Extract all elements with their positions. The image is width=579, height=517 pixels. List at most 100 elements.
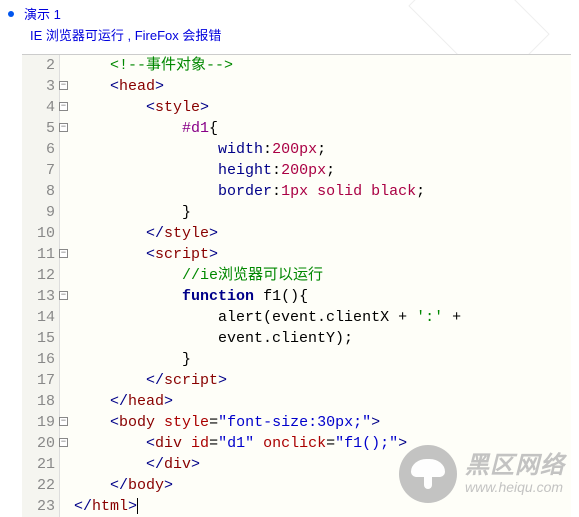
code-token: style [155, 99, 200, 116]
code-token: function [182, 288, 254, 305]
code-token [74, 120, 182, 137]
code-content[interactable]: } [60, 349, 571, 370]
code-content[interactable]: <script> [60, 244, 571, 265]
code-token: = [209, 435, 218, 452]
code-content[interactable]: <style> [60, 97, 571, 118]
code-token: border [218, 183, 272, 200]
code-token: #d1 [182, 120, 209, 137]
line-number: 9 [22, 202, 60, 223]
code-token: < [110, 78, 119, 95]
fold-toggle-icon[interactable]: − [59, 123, 68, 132]
code-token: </ [74, 498, 92, 515]
code-token: style [164, 414, 209, 431]
line-number: 21 [22, 454, 60, 475]
code-content[interactable]: alert(event.clientX + ':' + [60, 307, 571, 328]
code-token [74, 414, 110, 431]
code-token: = [326, 435, 335, 452]
code-line[interactable]: 11− <script> [22, 244, 571, 265]
code-token [254, 288, 263, 305]
code-token [74, 246, 146, 263]
fold-toggle-icon[interactable]: − [59, 417, 68, 426]
code-token: "font-size:30px;" [218, 414, 371, 431]
code-content[interactable]: </style> [60, 223, 571, 244]
code-content[interactable]: </script> [60, 370, 571, 391]
code-line[interactable]: 6 width:200px; [22, 139, 571, 160]
line-number: 6 [22, 139, 60, 160]
code-content[interactable]: height:200px; [60, 160, 571, 181]
header: 演示 1 IE 浏览器可运行 , FireFox 会报错 [0, 0, 579, 54]
code-line[interactable]: 10 </style> [22, 223, 571, 244]
code-content[interactable]: <body style="font-size:30px;"> [60, 412, 571, 433]
code-token: <!--事件对象--> [110, 57, 233, 74]
watermark-text: 黑区网络 www.heiqu.com [465, 453, 565, 495]
code-token: = [209, 414, 218, 431]
code-token: > [164, 393, 173, 410]
code-token: ':' [416, 309, 443, 326]
line-number: 14 [22, 307, 60, 328]
line-number: 12 [22, 265, 60, 286]
code-line[interactable]: 16 } [22, 349, 571, 370]
code-line[interactable]: 14 alert(event.clientX + ':' + [22, 307, 571, 328]
code-line[interactable]: 17 </script> [22, 370, 571, 391]
code-content[interactable]: #d1{ [60, 118, 571, 139]
code-token: head [128, 393, 164, 410]
code-token: 200px [281, 162, 326, 179]
code-token [74, 372, 146, 389]
code-token: head [119, 78, 155, 95]
code-token: > [218, 372, 227, 389]
fold-toggle-icon[interactable]: − [59, 291, 68, 300]
code-token: } [182, 204, 191, 221]
fold-toggle-icon[interactable]: − [59, 438, 68, 447]
code-line[interactable]: 7 height:200px; [22, 160, 571, 181]
code-token: body [128, 477, 164, 494]
code-token [74, 330, 218, 347]
code-token: < [146, 435, 155, 452]
code-content[interactable]: width:200px; [60, 139, 571, 160]
code-content[interactable]: function f1(){ [60, 286, 571, 307]
code-token: : [272, 162, 281, 179]
code-line[interactable]: 9 } [22, 202, 571, 223]
code-token: ; [317, 141, 326, 158]
fold-toggle-icon[interactable]: − [59, 249, 68, 258]
watermark-url: www.heiqu.com [465, 480, 565, 495]
code-token: style [164, 225, 209, 242]
code-line[interactable]: 15 event.clientY); [22, 328, 571, 349]
line-number: 4− [22, 97, 60, 118]
line-number: 15 [22, 328, 60, 349]
code-line[interactable]: 12 //ie浏览器可以运行 [22, 265, 571, 286]
code-token: (event.clientX + [263, 309, 416, 326]
code-token: > [209, 225, 218, 242]
code-token: div [155, 435, 191, 452]
line-number: 20− [22, 433, 60, 454]
fold-toggle-icon[interactable]: − [59, 81, 68, 90]
code-line[interactable]: 19− <body style="font-size:30px;"> [22, 412, 571, 433]
code-line[interactable]: 4− <style> [22, 97, 571, 118]
code-token: </ [146, 225, 164, 242]
code-line[interactable]: 5− #d1{ [22, 118, 571, 139]
code-token: > [200, 99, 209, 116]
line-number: 18 [22, 391, 60, 412]
code-line[interactable]: 8 border:1px solid black; [22, 181, 571, 202]
code-token: html [92, 498, 128, 515]
code-line[interactable]: 18 </head> [22, 391, 571, 412]
code-line[interactable]: 13− function f1(){ [22, 286, 571, 307]
text-cursor [137, 498, 138, 514]
line-number: 2 [22, 55, 60, 76]
fold-toggle-icon[interactable]: − [59, 102, 68, 111]
code-token [74, 435, 146, 452]
code-line[interactable]: 3− <head> [22, 76, 571, 97]
code-token: > [164, 477, 173, 494]
code-line[interactable]: 2 <!--事件对象--> [22, 55, 571, 76]
code-content[interactable]: </head> [60, 391, 571, 412]
code-content[interactable]: border:1px solid black; [60, 181, 571, 202]
code-content[interactable]: event.clientY); [60, 328, 571, 349]
code-content[interactable]: <!--事件对象--> [60, 55, 571, 76]
line-number: 22 [22, 475, 60, 496]
code-content[interactable]: //ie浏览器可以运行 [60, 265, 571, 286]
code-token [74, 162, 218, 179]
code-content[interactable]: <head> [60, 76, 571, 97]
code-token: onclick [263, 435, 326, 452]
code-token: </ [146, 372, 164, 389]
code-token: } [182, 351, 191, 368]
code-content[interactable]: } [60, 202, 571, 223]
